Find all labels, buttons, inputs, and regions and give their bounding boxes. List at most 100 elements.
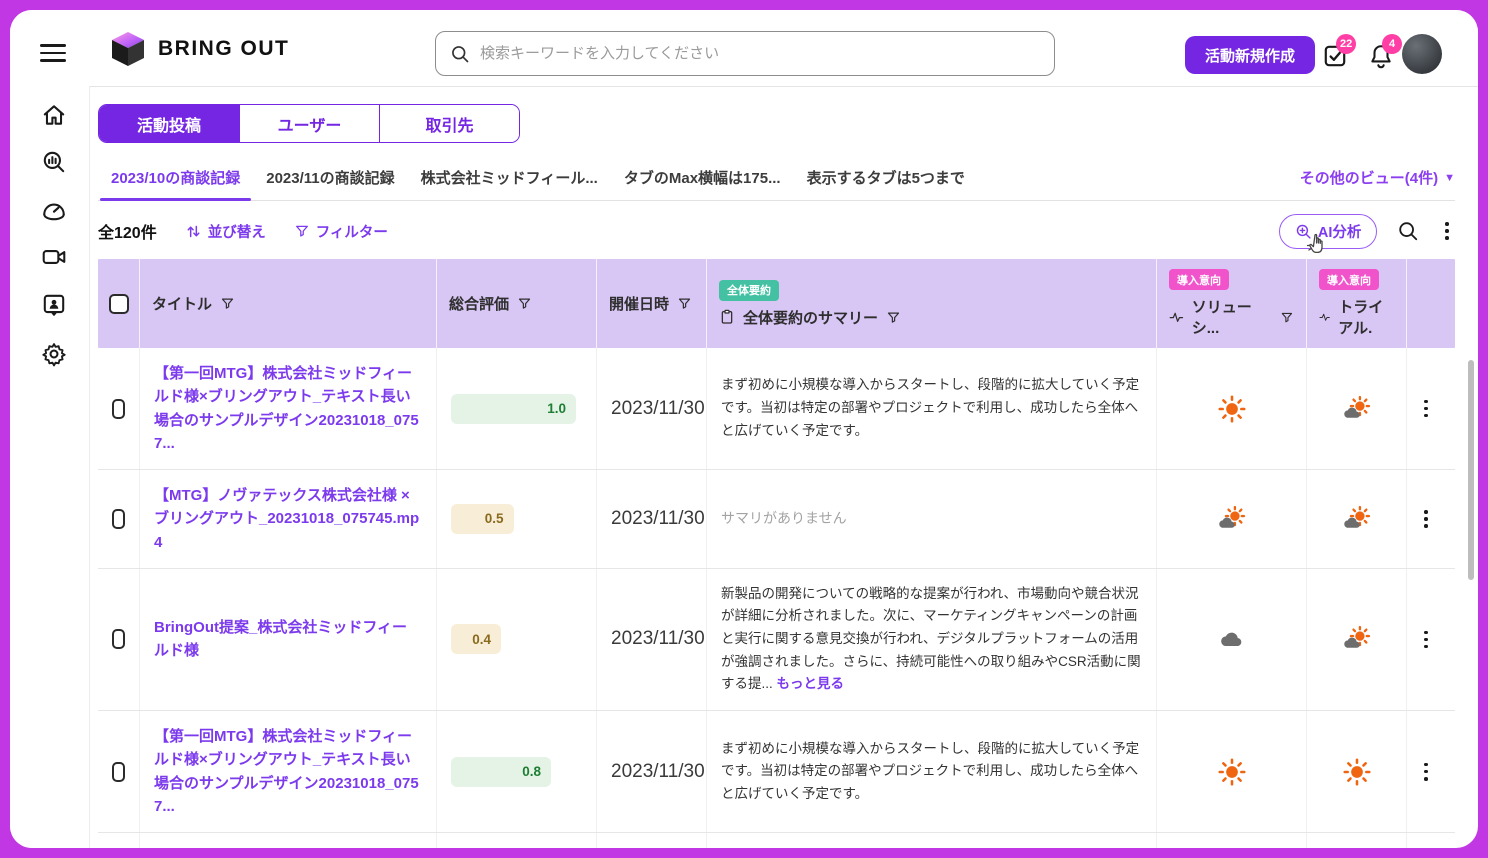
date-cell: 2023/11/30 (597, 348, 707, 469)
date-cell: 2023/11/30 (597, 711, 707, 832)
column-header-solution[interactable]: 導入意向 ソリューシ... (1157, 259, 1307, 348)
column-header-trial[interactable]: 導入意向 トライアル. (1307, 259, 1407, 348)
row-menu-kebab[interactable] (1418, 398, 1434, 420)
column-header-date[interactable]: 開催日時 (597, 259, 707, 348)
trial-intent-cell (1307, 470, 1407, 568)
table-row[interactable]: 【MTG】ノヴァテックス株式会社様 ×ブリングアウト_20231018_0757… (98, 470, 1455, 569)
row-actions-cell (1407, 833, 1445, 848)
view-tabs: 2023/10の商談記録 2023/11の商談記録 株式会社ミッドフィール...… (98, 161, 1455, 201)
global-search[interactable] (435, 31, 1055, 76)
filter-icon[interactable] (886, 310, 901, 325)
contact-card-icon[interactable] (41, 292, 67, 318)
view-tab[interactable]: 2023/10の商談記録 (98, 161, 253, 200)
partly-cloudy-icon (1218, 505, 1246, 533)
app-window: BRING OUT 活動新規作成 22 4 活動投稿 ユーザー 取引先 (10, 10, 1478, 848)
table-search-icon[interactable] (1397, 220, 1419, 242)
view-tab[interactable]: 表示するタブは5つまで (794, 161, 978, 200)
row-checkbox[interactable] (112, 509, 125, 529)
user-avatar[interactable] (1402, 34, 1442, 74)
intent-chip: 導入意向 (1169, 269, 1229, 290)
title-cell: 【MTG】ノヴァテックス株式会社様 ×ブリングアウト_20231018_0757… (140, 833, 437, 848)
select-all-cell (98, 259, 140, 348)
notifications-button[interactable]: 4 (1368, 43, 1396, 71)
clipboard-icon (719, 309, 735, 325)
settings-gear-icon[interactable] (41, 341, 67, 367)
records-table: タイトル 総合評価 開催日時 全体要約 全体要約のサマリー (98, 259, 1455, 848)
column-header-rating[interactable]: 総合評価 (437, 259, 597, 348)
filter-icon[interactable] (220, 296, 235, 311)
hamburger-menu-icon[interactable] (40, 44, 66, 67)
table-row[interactable]: 【MTG】ノヴァテックス株式会社様 ×ブリングアウト_20231018_0757… (98, 833, 1455, 848)
row-menu-kebab[interactable] (1418, 761, 1434, 783)
video-icon[interactable] (41, 244, 67, 270)
select-all-checkbox[interactable] (109, 294, 129, 314)
record-title-link[interactable]: 【MTG】ノヴァテックス株式会社様 ×ブリングアウト_20231018_0757… (154, 484, 422, 554)
table-menu-kebab[interactable] (1439, 220, 1455, 242)
filter-icon (294, 223, 310, 239)
row-actions-cell (1407, 569, 1445, 710)
rating-cell: 0.2 (437, 833, 597, 848)
segment-activity-posts[interactable]: 活動投稿 (99, 105, 239, 142)
filter-icon[interactable] (517, 296, 532, 311)
home-icon[interactable] (41, 102, 67, 128)
new-activity-button[interactable]: 活動新規作成 (1185, 36, 1315, 74)
column-header-summary[interactable]: 全体要約 全体要約のサマリー (707, 259, 1157, 348)
row-checkbox[interactable] (112, 762, 125, 782)
row-checkbox[interactable] (112, 399, 125, 419)
row-menu-kebab[interactable] (1418, 508, 1434, 530)
summary-cell: まず初めに小規模な導入からスタートし、段階的に拡大していく予定です。当初は特定の… (707, 711, 1157, 832)
tasks-count-badge: 22 (1336, 34, 1356, 54)
table-row[interactable]: BringOut提案_株式会社ミッドフィールド様 0.4 2023/11/30 … (98, 569, 1455, 711)
pulse-icon (1319, 309, 1330, 325)
search-input[interactable] (480, 45, 1040, 62)
header-divider (90, 86, 1478, 87)
more-views-dropdown[interactable]: その他のビュー(4件)▼ (1300, 167, 1455, 200)
rating-cell: 0.8 (437, 711, 597, 832)
row-actions-cell (1407, 348, 1445, 469)
view-tab[interactable]: 株式会社ミッドフィール... (408, 161, 611, 200)
summary-chip: 全体要約 (719, 280, 779, 301)
filter-icon[interactable] (1280, 310, 1294, 325)
record-title-link[interactable]: 【第一回MTG】株式会社ミッドフィールド様×ブリングアウト_テキスト長い場合のサ… (154, 725, 422, 818)
record-title-link[interactable]: 【MTG】ノヴァテックス株式会社様 ×ブリングアウト_20231018_0757… (154, 847, 422, 848)
row-checkbox[interactable] (112, 629, 125, 649)
title-cell: 【第一回MTG】株式会社ミッドフィールド様×ブリングアウト_テキスト長い場合のサ… (140, 711, 437, 832)
solution-intent-cell (1157, 711, 1307, 832)
summary-text: サマリがありません (721, 510, 847, 526)
sort-icon (185, 223, 202, 240)
dashboard-icon[interactable] (41, 197, 67, 223)
segment-accounts[interactable]: 取引先 (379, 105, 519, 142)
trial-intent-cell (1307, 711, 1407, 832)
cube-logo-icon (110, 30, 146, 68)
view-tab[interactable]: 2023/11の商談記録 (253, 161, 407, 200)
app-header: BRING OUT 活動新規作成 22 4 (10, 10, 1478, 86)
sun-icon (1218, 395, 1246, 423)
trial-intent-cell (1307, 833, 1407, 848)
rating-cell: 1.0 (437, 348, 597, 469)
summary-text: まず初めに小規模な導入からスタートし、段階的に拡大していく予定です。当初は特定の… (721, 741, 1139, 801)
title-cell: BringOut提案_株式会社ミッドフィールド様 (140, 569, 437, 710)
column-header-title[interactable]: タイトル (140, 259, 437, 348)
row-menu-kebab[interactable] (1418, 629, 1434, 651)
segment-users[interactable]: ユーザー (239, 105, 379, 142)
filter-icon[interactable] (677, 296, 692, 311)
solution-intent-cell (1157, 569, 1307, 710)
chevron-down-icon: ▼ (1444, 172, 1455, 184)
sort-button[interactable]: 並び替え (185, 221, 266, 242)
table-row[interactable]: 【第一回MTG】株式会社ミッドフィールド様×ブリングアウト_テキスト長い場合のサ… (98, 348, 1455, 470)
tasks-button[interactable]: 22 (1322, 43, 1350, 71)
vertical-scrollbar[interactable] (1468, 360, 1474, 580)
ai-analysis-button[interactable]: AI分析 (1279, 214, 1378, 249)
summary-cell: サマリがありません (707, 470, 1157, 568)
summary-text: まず初めに小規模な導入からスタートし、段階的に拡大していく予定です。当初は特定の… (721, 377, 1139, 437)
table-row[interactable]: 【第一回MTG】株式会社ミッドフィールド様×ブリングアウト_テキスト長い場合のサ… (98, 711, 1455, 833)
analytics-search-icon[interactable] (41, 149, 67, 175)
total-count: 全120件 (98, 219, 157, 243)
record-title-link[interactable]: BringOut提案_株式会社ミッドフィールド様 (154, 616, 422, 663)
read-more-link[interactable]: もっと見る (777, 676, 845, 691)
filter-button[interactable]: フィルター (294, 221, 388, 242)
brand-name: BRING OUT (158, 37, 289, 61)
summary-cell: サマリがありません (707, 833, 1157, 848)
record-title-link[interactable]: 【第一回MTG】株式会社ミッドフィールド様×ブリングアウト_テキスト長い場合のサ… (154, 362, 422, 455)
view-tab[interactable]: タブのMax横幅は175... (611, 161, 794, 200)
